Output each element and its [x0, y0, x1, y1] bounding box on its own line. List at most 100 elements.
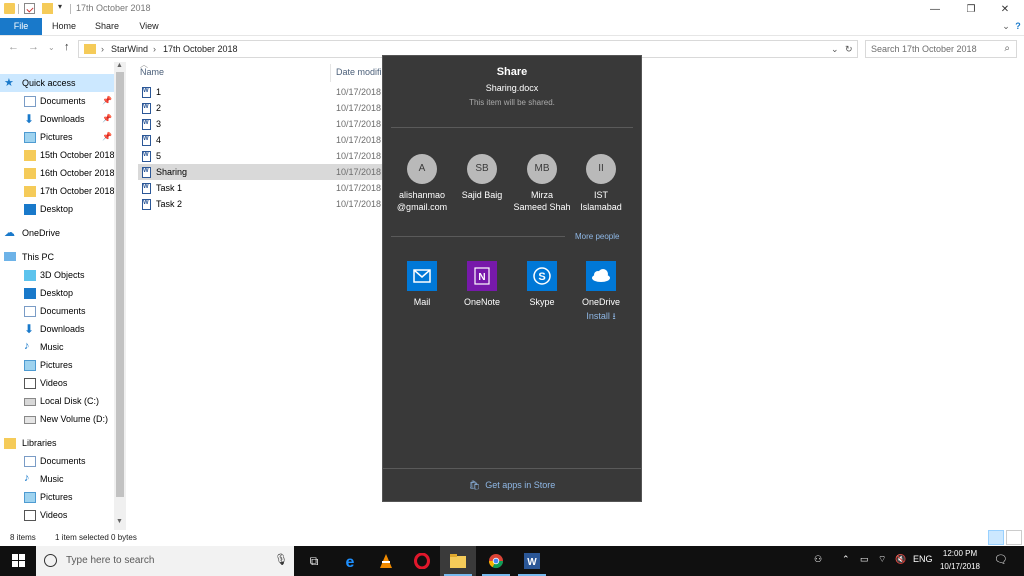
- properties-icon[interactable]: [24, 3, 35, 14]
- share-app-mail[interactable]: Mail: [392, 261, 452, 307]
- share-contact[interactable]: MB Mirza Sameed Shah: [511, 154, 573, 213]
- sidebar-item-videos[interactable]: Videos: [0, 374, 114, 392]
- share-app-onenote[interactable]: N OneNote: [452, 261, 512, 307]
- sidebar-item-quick-access[interactable]: ★ Quick access: [0, 74, 114, 92]
- column-header-name[interactable]: Name: [140, 67, 164, 77]
- sidebar-item-17th-october[interactable]: 17th October 2018: [0, 182, 115, 200]
- sidebar-item-lib-documents[interactable]: Documents: [0, 452, 114, 470]
- edge-icon[interactable]: e: [332, 546, 368, 576]
- scroll-thumb[interactable]: [116, 72, 124, 497]
- share-app-onedrive[interactable]: OneDrive Install ⭳: [571, 261, 631, 325]
- sidebar-item-documents-pc[interactable]: Documents: [0, 302, 114, 320]
- language-indicator[interactable]: ENG: [913, 554, 933, 564]
- maximize-button[interactable]: ❐: [956, 0, 986, 18]
- table-row[interactable]: 5 10/17/2018: [138, 148, 383, 164]
- file-explorer-icon[interactable]: [440, 546, 476, 576]
- share-app-skype[interactable]: S Skype: [512, 261, 572, 307]
- battery-icon[interactable]: ▭: [860, 554, 869, 565]
- sidebar-item-downloads[interactable]: ⬇ Downloads 📌: [0, 110, 114, 128]
- sidebar-item-music[interactable]: ♪ Music: [0, 338, 114, 356]
- minimize-button[interactable]: —: [920, 0, 950, 18]
- sidebar-item-downloads-pc[interactable]: ⬇ Downloads: [0, 320, 114, 338]
- start-button[interactable]: [0, 546, 36, 576]
- get-apps-store-link[interactable]: 🛍 Get apps in Store: [383, 480, 641, 491]
- table-row[interactable]: 2 10/17/2018: [138, 100, 383, 116]
- sidebar-item-label: Documents: [40, 96, 86, 106]
- task-view-icon[interactable]: ⧉: [296, 546, 332, 576]
- opera-icon[interactable]: [404, 546, 440, 576]
- column-divider[interactable]: [330, 64, 331, 82]
- details-view-button[interactable]: [988, 530, 1004, 545]
- table-row[interactable]: 4 10/17/2018: [138, 132, 383, 148]
- share-contact[interactable]: A alishanmao @gmail.com: [391, 154, 453, 213]
- taskbar-search-input[interactable]: Type here to search 🎙: [36, 546, 294, 576]
- computer-icon: [4, 252, 16, 261]
- pin-icon: 📌: [102, 96, 112, 105]
- close-button[interactable]: ✕: [990, 0, 1020, 18]
- sidebar-item-lib-videos[interactable]: Videos: [0, 506, 114, 524]
- table-row[interactable]: 1 10/17/2018: [138, 84, 383, 100]
- volume-muted-icon[interactable]: 🔇: [895, 554, 906, 565]
- large-icons-view-button[interactable]: [1006, 530, 1022, 545]
- tab-view[interactable]: View: [132, 18, 166, 35]
- microphone-icon[interactable]: 🎙: [274, 553, 288, 566]
- tab-share[interactable]: Share: [88, 18, 126, 35]
- sidebar-item-3d-objects[interactable]: 3D Objects: [0, 266, 114, 284]
- chevron-down-icon[interactable]: ⌄: [1000, 18, 1012, 35]
- sidebar-item-label: Documents: [40, 456, 86, 466]
- network-icon[interactable]: ⌔: [878, 554, 886, 565]
- share-contact[interactable]: II IST Islamabad: [570, 154, 632, 213]
- clock-date[interactable]: 10/17/2018: [932, 562, 988, 571]
- table-row[interactable]: Task 2 10/17/2018: [138, 196, 383, 212]
- sidebar-item-label: New Volume (D:): [40, 414, 109, 424]
- vlc-icon[interactable]: [368, 546, 404, 576]
- action-center-icon[interactable]: 🗨: [994, 553, 1008, 566]
- sidebar-item-15th-october[interactable]: 15th October 2018: [0, 146, 115, 164]
- sidebar-item-lib-music[interactable]: ♪ Music: [0, 470, 114, 488]
- up-arrow-icon[interactable]: ↑: [64, 41, 70, 53]
- new-folder-icon[interactable]: [42, 3, 53, 14]
- refresh-icon[interactable]: ↻: [845, 44, 853, 55]
- sidebar-item-onedrive[interactable]: ☁ OneDrive: [0, 224, 114, 242]
- file-name: Task 2: [156, 199, 183, 209]
- sidebar-item-local-disk-c[interactable]: Local Disk (C:): [0, 392, 114, 410]
- people-icon[interactable]: ⚇: [814, 554, 822, 565]
- sidebar-item-this-pc[interactable]: This PC: [0, 248, 114, 266]
- sidebar-item-desktop[interactable]: Desktop: [0, 200, 114, 218]
- share-contact[interactable]: SB Sajid Baig: [451, 154, 513, 201]
- scroll-down-icon[interactable]: ▼: [116, 518, 123, 525]
- sidebar-item-pictures-pc[interactable]: Pictures: [0, 356, 114, 374]
- install-label: Install: [586, 311, 610, 321]
- install-link[interactable]: Install ⭳: [571, 309, 631, 325]
- breadcrumb-current[interactable]: 17th October 2018: [163, 44, 238, 54]
- tab-file[interactable]: File: [0, 18, 42, 35]
- search-input[interactable]: Search 17th October 2018 ⌕: [865, 40, 1017, 58]
- more-people-link[interactable]: More people: [575, 232, 619, 241]
- nav-scrollbar[interactable]: ▲ ▼: [114, 62, 126, 530]
- sidebar-item-16th-october[interactable]: 16th October 2018: [0, 164, 115, 182]
- recent-chevron-icon[interactable]: ⌄: [48, 43, 55, 52]
- table-row-selected[interactable]: Sharing 10/17/2018: [138, 164, 383, 180]
- table-row[interactable]: Task 1 10/17/2018: [138, 180, 383, 196]
- sidebar-item-pictures[interactable]: Pictures 📌: [0, 128, 114, 146]
- tab-home[interactable]: Home: [46, 18, 82, 35]
- help-icon[interactable]: ?: [1012, 18, 1024, 35]
- sidebar-item-new-volume-d[interactable]: New Volume (D:): [0, 410, 114, 428]
- chevron-down-icon[interactable]: ▾: [58, 2, 62, 11]
- chrome-icon[interactable]: [478, 546, 514, 576]
- svg-text:W: W: [527, 557, 537, 568]
- breadcrumb-starwind[interactable]: StarWind: [111, 44, 148, 54]
- back-icon[interactable]: ←: [8, 41, 19, 53]
- word-icon[interactable]: W: [514, 546, 550, 576]
- sidebar-item-libraries[interactable]: Libraries: [0, 434, 114, 452]
- chevron-down-icon[interactable]: ⌄: [831, 44, 839, 55]
- table-row[interactable]: 3 10/17/2018: [138, 116, 383, 132]
- sidebar-item-desktop-pc[interactable]: Desktop: [0, 284, 114, 302]
- column-header-date[interactable]: Date modifi: [336, 67, 382, 77]
- chevron-up-icon[interactable]: ⌃: [842, 554, 850, 565]
- sidebar-item-documents[interactable]: Documents 📌: [0, 92, 114, 110]
- scroll-up-icon[interactable]: ▲: [116, 62, 123, 69]
- sidebar-item-lib-pictures[interactable]: Pictures: [0, 488, 114, 506]
- clock-time[interactable]: 12:00 PM: [932, 549, 988, 558]
- forward-icon[interactable]: →: [28, 41, 39, 53]
